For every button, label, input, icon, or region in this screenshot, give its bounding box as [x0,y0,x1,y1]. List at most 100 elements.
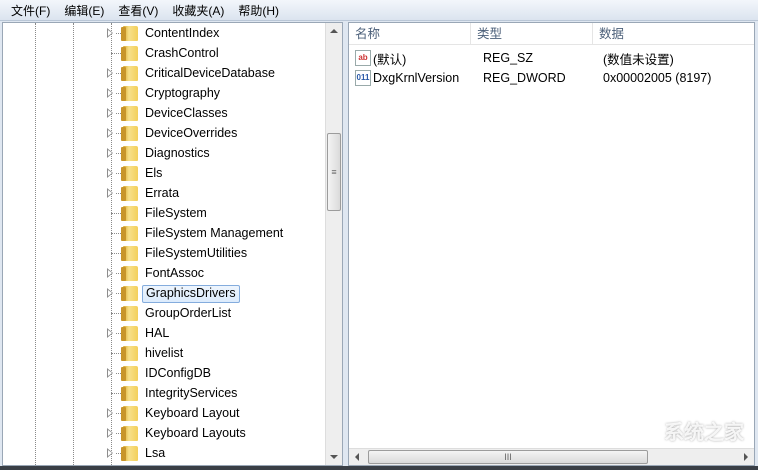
tree-item-label: FontAssoc [145,266,205,280]
tree-item-label: FileSystemUtilities [145,246,248,260]
folder-icon [121,226,138,241]
tree-connector [111,313,121,314]
tree-connector [111,353,121,354]
tree-item[interactable]: HAL [3,324,333,344]
value-row[interactable]: 011 DxgKrnlVersion REG_DWORD 0x00002005 (81… [349,68,711,88]
tree-item[interactable]: Keyboard Layout [3,404,333,424]
folder-icon [121,106,138,121]
folder-icon [121,166,138,181]
folder-icon [121,46,138,61]
tree-item[interactable]: GroupOrderList [3,304,333,324]
tree-item[interactable]: hivelist [3,344,333,364]
tree-item[interactable]: Lsa [3,444,333,464]
value-type: REG_SZ [483,51,534,65]
tree-item-label: Cryptography [145,86,221,100]
registry-tree-pane: ContentIndex CrashControl CriticalDeviceDa… [2,22,343,466]
expand-arrow-icon[interactable] [107,288,113,298]
tree-item[interactable]: DeviceClasses [3,104,333,124]
value-type: REG_DWORD [483,71,566,85]
tree-item-label: Diagnostics [145,146,210,160]
tree-item[interactable]: Cryptography [3,84,333,104]
folder-icon [121,246,138,261]
tree-item[interactable]: IntegrityServices [3,384,333,404]
expand-arrow-icon[interactable] [107,68,113,78]
window-bottom-border [0,466,758,470]
expand-arrow-icon[interactable] [107,188,113,198]
folder-icon [121,266,138,281]
tree-item[interactable]: DeviceOverrides [3,124,333,144]
expand-arrow-icon[interactable] [107,148,113,158]
tree-item-label: Keyboard Layout [145,406,240,420]
folder-icon [121,346,138,361]
tree-item-label: GroupOrderList [145,306,232,320]
value-data: (数值未设置) [603,52,674,67]
tree-item-label: HAL [145,326,170,340]
menu-bar: 文件(F) 编辑(E) 查看(V) 收藏夹(A) 帮助(H) [0,0,758,21]
folder-icon [121,426,138,441]
scroll-right-arrow-icon[interactable] [744,453,748,461]
tree-item[interactable]: CriticalDeviceDatabase [3,64,333,84]
tree-item[interactable]: FileSystem [3,204,333,224]
tree-item-label: IDConfigDB [145,366,211,380]
tree-item[interactable]: Errata [3,184,333,204]
tree-item[interactable]: Keyboard Layouts [3,424,333,444]
folder-icon [121,286,138,301]
tree-item-label: CriticalDeviceDatabase [145,66,275,80]
menu-edit[interactable]: 编辑(E) [57,2,111,19]
menu-favorites[interactable]: 收藏夹(A) [165,2,231,19]
tree-vertical-scrollbar[interactable]: ≡ [325,23,342,465]
expand-arrow-icon[interactable] [107,108,113,118]
hscroll-thumb[interactable]: III [368,450,648,464]
column-type[interactable]: 类型 [471,23,593,45]
tree-item-label: DeviceOverrides [145,126,238,140]
tree-item-label: IntegrityServices [145,386,238,400]
tree-item-label: GraphicsDrivers [142,285,240,303]
expand-arrow-icon[interactable] [107,408,113,418]
tree-connector [111,393,121,394]
tree-item[interactable]: Els [3,164,333,184]
tree-item-label: ContentIndex [145,26,220,40]
column-header: 名称 类型 数据 [349,23,754,45]
scroll-down-arrow-icon[interactable] [330,455,338,459]
expand-arrow-icon[interactable] [107,128,113,138]
value-data: 0x00002005 (8197) [603,71,712,85]
folder-icon [121,66,138,81]
column-name[interactable]: 名称 [349,23,471,45]
tree-item-label: Els [145,166,163,180]
folder-icon [121,26,138,41]
menu-file[interactable]: 文件(F) [4,2,57,19]
scroll-up-arrow-icon[interactable] [330,29,338,33]
folder-icon [121,406,138,421]
tree-item[interactable]: Diagnostics [3,144,333,164]
folder-icon [121,366,138,381]
tree-item[interactable]: FontAssoc [3,264,333,284]
scroll-thumb[interactable]: ≡ [327,133,341,211]
tree-item[interactable]: CrashControl [3,44,333,64]
tree-item[interactable]: FileSystemUtilities [3,244,333,264]
column-data[interactable]: 数据 [593,23,754,45]
folder-icon [121,146,138,161]
tree-item-label: Lsa [145,446,166,460]
expand-arrow-icon[interactable] [107,428,113,438]
scroll-left-arrow-icon[interactable] [355,453,359,461]
binary-value-icon: 011 [355,70,371,86]
expand-arrow-icon[interactable] [107,368,113,378]
expand-arrow-icon[interactable] [107,268,113,278]
expand-arrow-icon[interactable] [107,168,113,178]
expand-arrow-icon[interactable] [107,88,113,98]
expand-arrow-icon[interactable] [107,328,113,338]
tree-item[interactable]: FileSystem Management [3,224,333,244]
menu-help[interactable]: 帮助(H) [231,2,286,19]
folder-icon [121,86,138,101]
tree-item-label: CrashControl [145,46,219,60]
expand-arrow-icon[interactable] [107,28,113,38]
folder-icon [121,306,138,321]
tree-item[interactable]: IDConfigDB [3,364,333,384]
tree-item[interactable]: ContentIndex [3,24,333,44]
values-horizontal-scrollbar[interactable]: III [349,448,754,465]
tree-connector [111,233,121,234]
menu-view[interactable]: 查看(V) [111,2,165,19]
value-row[interactable]: ab (默认) REG_SZ (数值未设置) [349,48,674,68]
tree-item[interactable]: GraphicsDrivers [3,284,333,304]
expand-arrow-icon[interactable] [107,448,113,458]
